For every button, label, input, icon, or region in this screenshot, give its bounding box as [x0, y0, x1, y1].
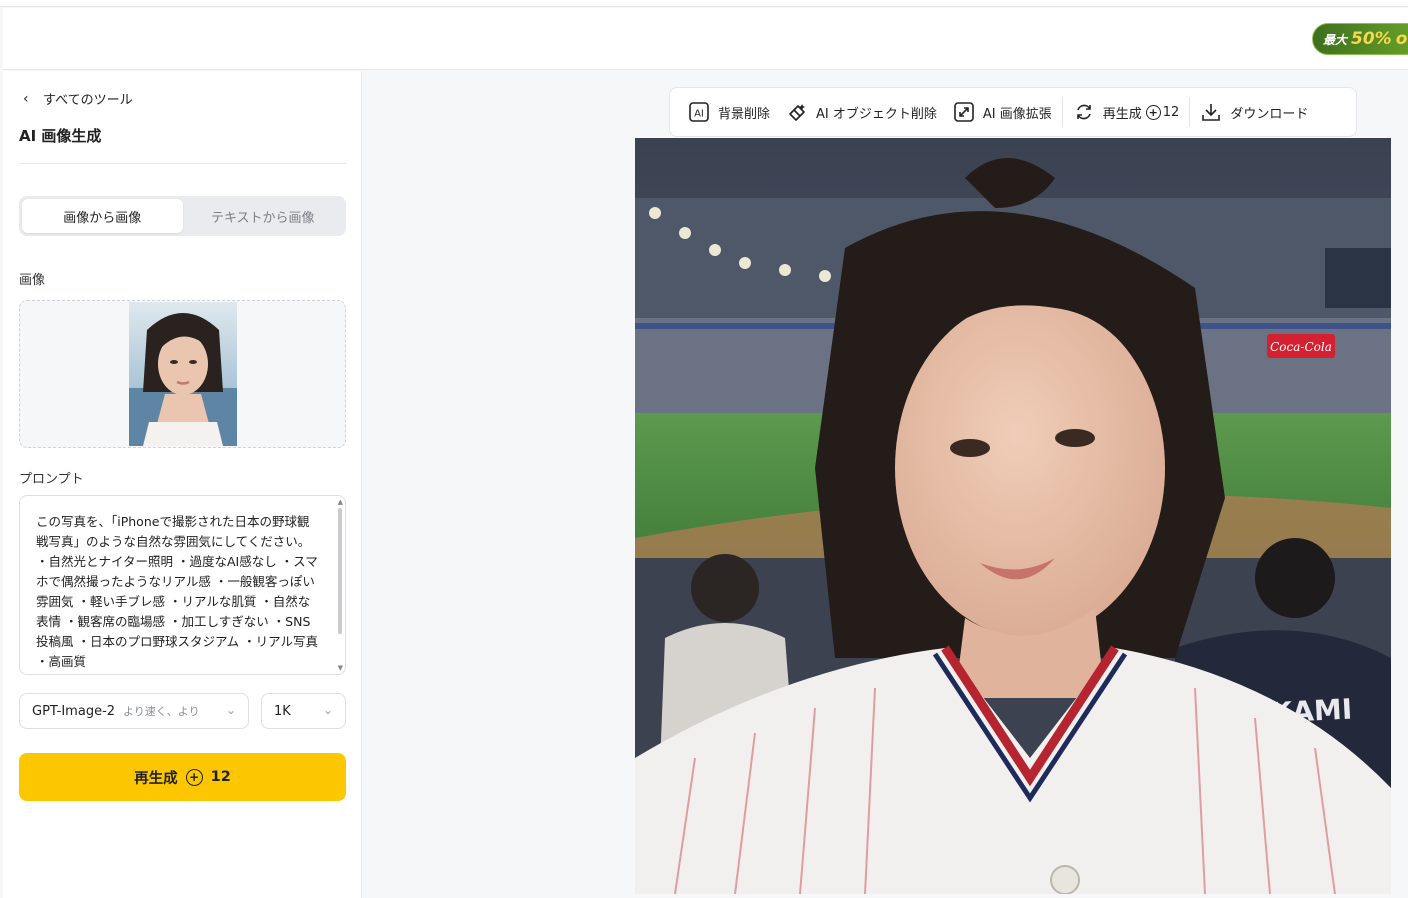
- download-icon: [1202, 104, 1221, 121]
- back-label: すべてのツール: [43, 93, 133, 108]
- regenerate-cost: 12: [210, 769, 231, 785]
- toolbar-divider: [1189, 97, 1191, 127]
- toolbar-divider: [1061, 97, 1063, 127]
- regenerate-label: 再生成: [134, 770, 178, 787]
- divider: [19, 163, 346, 164]
- toolbar-regenerate-label: 再生成: [1102, 106, 1142, 122]
- chevron-down-icon: ⌄: [322, 703, 333, 717]
- tab-image-to-image[interactable]: 画像から画像: [22, 199, 183, 233]
- promo-prefix: 最大: [1323, 32, 1348, 47]
- remove-object-label: AI オブジェクト削除: [816, 106, 937, 122]
- scroll-up-icon[interactable]: ▲: [338, 498, 343, 506]
- page-title: AI 画像生成: [19, 127, 102, 145]
- tool-sidebar: ‹ すべてのツール AI 画像生成 画像から画像 テキストから画像 画像 プロン…: [3, 71, 362, 898]
- expand-icon: [954, 102, 974, 122]
- generated-image: Coca-Cola MURAKAMI: [635, 138, 1391, 894]
- chevron-down-icon: ⌄: [225, 703, 236, 717]
- refresh-icon: [1076, 104, 1091, 120]
- scroll-down-icon[interactable]: ▼: [338, 664, 343, 672]
- top-header: [3, 8, 1408, 70]
- promo-percent: 50%: [1351, 29, 1392, 49]
- uploaded-image-thumbnail: [129, 302, 237, 446]
- window-top-edge: [0, 0, 1408, 7]
- prompt-box: この写真を、「iPhoneで撮影された日本の野球観戦写真」のような自然な雰囲気に…: [19, 495, 346, 675]
- image-label: 画像: [19, 273, 46, 288]
- eraser-icon: [789, 104, 806, 121]
- promo-suffix: o: [1395, 29, 1408, 49]
- promo-badge[interactable]: 最大 50% o: [1312, 23, 1408, 55]
- toolbar-regenerate-cost: 12: [1162, 104, 1180, 120]
- remove-object-button[interactable]: AI オブジェクト削除: [778, 96, 945, 128]
- tab-text-to-image[interactable]: テキストから画像: [183, 199, 344, 233]
- image-toolbar: AI 背景削除 AI オブジェクト削除 AI 画像拡張 再生成 + 12 ダウン…: [669, 87, 1357, 137]
- ai-cutout-icon: AI: [689, 102, 709, 122]
- upscale-label: AI 画像拡張: [982, 106, 1052, 122]
- prompt-textarea[interactable]: この写真を、「iPhoneで撮影された日本の野球観戦写真」のような自然な雰囲気に…: [20, 496, 330, 672]
- resolution-value: 1K: [274, 703, 291, 719]
- image-upload-area[interactable]: [19, 300, 346, 448]
- resolution-select[interactable]: 1K ⌄: [261, 693, 346, 729]
- scrollbar-thumb[interactable]: [338, 508, 342, 634]
- download-button[interactable]: ダウンロード: [1192, 96, 1316, 128]
- prompt-label: プロンプト: [19, 472, 84, 487]
- chevron-left-icon: ‹: [23, 90, 29, 107]
- credit-icon: +: [1145, 104, 1161, 120]
- model-name: GPT-Image-2: [32, 703, 116, 719]
- upscale-button[interactable]: AI 画像拡張: [945, 96, 1060, 128]
- model-select[interactable]: GPT-Image-2 より速く、より ⌄: [19, 693, 249, 729]
- regenerate-button[interactable]: 再生成 + 12: [19, 753, 346, 801]
- model-hint: より速く、より: [123, 705, 200, 718]
- remove-background-button[interactable]: AI 背景削除: [680, 96, 778, 128]
- download-label: ダウンロード: [1230, 106, 1309, 122]
- svg-text:AI: AI: [694, 109, 704, 120]
- back-to-all-tools-link[interactable]: ‹ すべてのツール: [23, 89, 133, 109]
- credit-icon: +: [185, 768, 203, 786]
- remove-background-label: 背景削除: [718, 106, 771, 122]
- billboard-text: Coca-Cola: [1270, 340, 1332, 354]
- toolbar-regenerate-button[interactable]: 再生成 + 12: [1065, 96, 1188, 128]
- mode-switch: 画像から画像 テキストから画像: [19, 196, 346, 236]
